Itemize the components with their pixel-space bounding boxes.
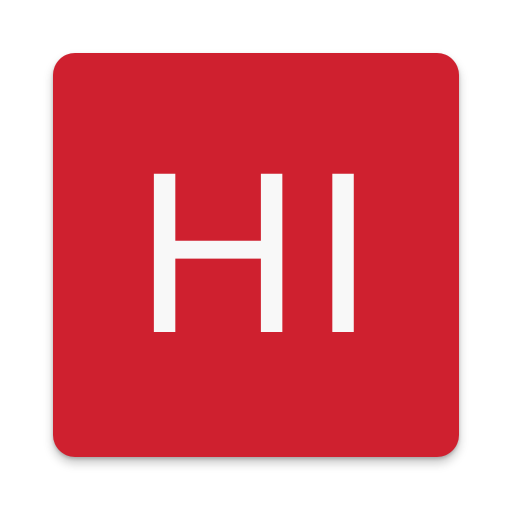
app-icon-label: HI (135, 124, 385, 381)
app-icon[interactable]: HI (53, 53, 459, 457)
screen: HI (0, 0, 512, 512)
